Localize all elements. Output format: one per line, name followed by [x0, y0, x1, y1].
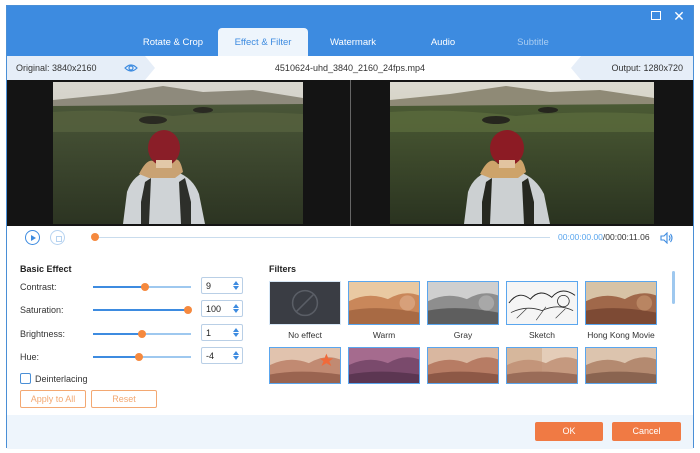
filter-thumbnail: [427, 347, 499, 384]
stop-button[interactable]: [50, 230, 65, 245]
hue-label: Hue:: [20, 352, 40, 362]
filter-thumbnail: [348, 281, 420, 325]
filter-item-6[interactable]: [269, 347, 341, 389]
deinterlacing-checkbox[interactable]: [20, 373, 31, 384]
filter-label: Sketch: [529, 330, 555, 340]
contrast-slider-fill: [93, 286, 145, 288]
filter-item-8[interactable]: [427, 347, 499, 389]
close-icon: ✕: [673, 8, 685, 24]
play-button[interactable]: [25, 230, 40, 245]
effect-filter-window: ✕ Rotate & Crop Effect & Filter Watermar…: [6, 5, 694, 449]
cancel-button[interactable]: Cancel: [612, 422, 681, 441]
output-preview-image: [390, 82, 654, 224]
contrast-value: 9: [206, 281, 212, 291]
brightness-slider[interactable]: [93, 330, 191, 338]
filter-no-effect[interactable]: No effect: [269, 281, 341, 340]
footer-bar: OK Cancel: [7, 415, 693, 449]
brightness-up-icon[interactable]: [233, 328, 239, 332]
filters-title: Filters: [269, 264, 297, 274]
preview-divider: [350, 80, 351, 226]
brightness-stepper[interactable]: 1: [201, 324, 243, 341]
hue-up-icon[interactable]: [233, 351, 239, 355]
filter-thumbnail: [348, 347, 420, 384]
filter-sketch[interactable]: Sketch: [506, 281, 578, 340]
saturation-stepper[interactable]: 100: [201, 300, 243, 317]
current-time: 00:00:00.00: [558, 232, 603, 242]
filter-thumbnail: [585, 281, 657, 325]
filter-thumbnail: [506, 281, 578, 325]
eye-icon[interactable]: [124, 63, 138, 73]
deinterlacing-label: Deinterlacing: [35, 374, 88, 384]
filter-label: Warm: [372, 330, 396, 340]
info-bar: 4510624-uhd_3840_2160_24fps.mp4 Original…: [7, 56, 693, 80]
brightness-down-icon[interactable]: [233, 333, 239, 337]
title-bar: ✕ Rotate & Crop Effect & Filter Watermar…: [7, 6, 693, 56]
filter-thumbnail: [269, 281, 341, 325]
hue-slider-knob[interactable]: [135, 353, 144, 361]
contrast-down-icon[interactable]: [233, 286, 239, 290]
brightness-label: Brightness:: [20, 329, 66, 339]
ok-button[interactable]: OK: [535, 422, 603, 441]
progress-handle[interactable]: [91, 233, 99, 241]
maximize-icon: [651, 11, 661, 20]
tab-effect-filter[interactable]: Effect & Filter: [218, 28, 308, 56]
hue-value: -4: [206, 351, 215, 361]
filter-thumbnail: [427, 281, 499, 325]
hue-stepper[interactable]: -4: [201, 347, 243, 364]
hue-down-icon[interactable]: [233, 356, 239, 360]
tab-rotate-crop[interactable]: Rotate & Crop: [128, 28, 218, 56]
volume-icon[interactable]: [660, 232, 674, 244]
filter-item-9[interactable]: [506, 347, 578, 389]
saturation-up-icon[interactable]: [233, 304, 239, 308]
original-preview-image: [53, 82, 303, 224]
brightness-value: 1: [206, 328, 212, 338]
maximize-button[interactable]: [649, 9, 663, 23]
playback-bar: 00:00:00.00/00:00:11.06: [7, 226, 693, 249]
filter-item-10[interactable]: [585, 347, 657, 389]
filter-thumbnail: [269, 347, 341, 384]
brightness-slider-knob[interactable]: [138, 330, 146, 338]
progress-track[interactable]: [95, 237, 550, 238]
filter-gray[interactable]: Gray: [427, 281, 499, 340]
saturation-slider[interactable]: [93, 306, 193, 314]
saturation-label: Saturation:: [20, 305, 64, 315]
saturation-down-icon[interactable]: [233, 309, 239, 313]
filter-hong-kong-movie[interactable]: Hong Kong Movie: [585, 281, 657, 340]
tab-bar: Rotate & Crop Effect & Filter Watermark …: [128, 28, 578, 56]
no-effect-icon: [291, 289, 319, 317]
saturation-slider-knob[interactable]: [184, 306, 193, 314]
time-display: 00:00:00.00/00:00:11.06: [558, 226, 650, 249]
preview-area: [7, 80, 693, 226]
filter-thumbnail: [506, 347, 578, 384]
contrast-slider[interactable]: [93, 283, 191, 291]
total-time: /00:00:11.06: [602, 232, 650, 242]
contrast-up-icon[interactable]: [233, 281, 239, 285]
original-resolution-label: Original: 3840x2160: [16, 63, 97, 73]
contrast-slider-knob[interactable]: [140, 283, 149, 291]
reset-button[interactable]: Reset: [91, 390, 157, 408]
filter-label: No effect: [288, 330, 322, 340]
contrast-label: Contrast:: [20, 282, 57, 292]
tab-subtitle: Subtitle: [517, 37, 549, 48]
filter-label: Hong Kong Movie: [587, 330, 655, 340]
basic-effect-title: Basic Effect: [20, 264, 72, 274]
settings-panel: Basic Effect Contrast: 9 Saturation: 100…: [7, 249, 693, 415]
hue-slider[interactable]: [93, 353, 191, 361]
close-button[interactable]: ✕: [672, 9, 686, 23]
brightness-slider-fill: [93, 333, 142, 335]
output-resolution: Output: 1280x720: [571, 56, 693, 80]
filter-warm[interactable]: Warm: [348, 281, 420, 340]
filter-thumbnail: [585, 347, 657, 384]
hue-slider-fill: [93, 356, 140, 358]
filters-scrollbar[interactable]: [672, 271, 675, 304]
saturation-value: 100: [206, 304, 222, 314]
tab-watermark[interactable]: Watermark: [308, 28, 398, 56]
filter-item-7[interactable]: [348, 347, 420, 389]
contrast-stepper[interactable]: 9: [201, 277, 243, 294]
filter-label: Gray: [453, 330, 473, 340]
apply-to-all-button[interactable]: Apply to All: [20, 390, 86, 408]
tab-audio[interactable]: Audio: [398, 28, 488, 56]
saturation-slider-fill: [93, 309, 189, 311]
